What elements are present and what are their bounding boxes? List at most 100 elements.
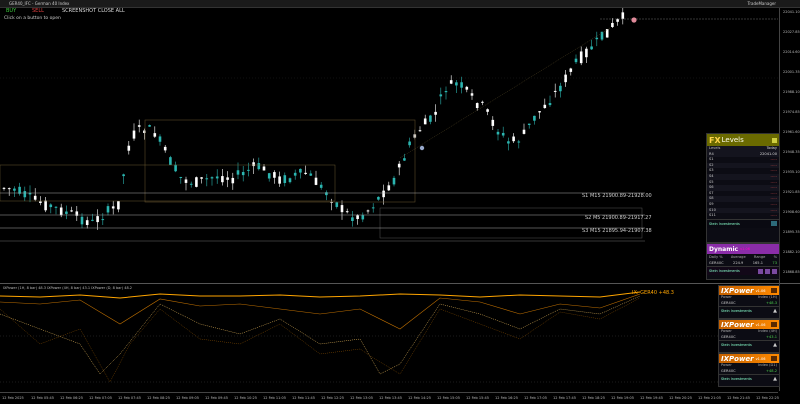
ixpower-indicator-pane[interactable]: IXPower (1H, 8 bar) 48.3 IXPower (4H, 8 … bbox=[0, 284, 778, 391]
candle-body bbox=[439, 94, 443, 97]
candle-body bbox=[179, 176, 183, 178]
pin-icon[interactable] bbox=[758, 268, 763, 274]
candle-body bbox=[382, 190, 385, 198]
fx-logo: FX bbox=[709, 135, 721, 145]
candle-body bbox=[132, 130, 136, 139]
candle-body bbox=[481, 101, 484, 103]
window-title-bar: GER40_IFC - German 40 Index TradeManager bbox=[0, 0, 800, 8]
candle-body bbox=[117, 201, 120, 210]
candle-body bbox=[423, 118, 427, 125]
time-axis-label: 12 Feb 08:25 bbox=[147, 396, 170, 400]
candle-body bbox=[153, 133, 157, 137]
time-axis-label: 12 Feb 10:25 bbox=[234, 396, 257, 400]
candle-body bbox=[283, 175, 287, 184]
candle-body bbox=[496, 131, 500, 135]
fx-levels-header[interactable]: FX Levels bbox=[707, 134, 779, 146]
candle-body bbox=[403, 158, 406, 161]
time-axis-label: 12 Feb 19:45 bbox=[640, 396, 663, 400]
candle-body bbox=[247, 169, 250, 171]
up-arrow-icon[interactable]: ▲ bbox=[773, 342, 777, 348]
candle-body bbox=[143, 130, 146, 134]
price-axis[interactable]: 22041.10 22027.85 22014.60 22001.35 2198… bbox=[779, 8, 800, 391]
ix-line-1h bbox=[0, 291, 641, 299]
time-axis-label: 12 Feb 21:05 bbox=[698, 396, 721, 400]
candle-body bbox=[241, 171, 245, 176]
candle-body bbox=[127, 145, 131, 151]
candle-body bbox=[559, 85, 562, 92]
candle-body bbox=[371, 207, 375, 209]
candle-body bbox=[85, 220, 89, 226]
price-chart[interactable]: S1 M15 21900.89-21928.00 S2 M5 21900.89-… bbox=[0, 8, 778, 283]
level-label-s1: S1 M15 21900.89-21928.00 bbox=[582, 193, 652, 199]
candle-body bbox=[574, 58, 578, 63]
close-icon[interactable] bbox=[771, 288, 777, 293]
candle-body bbox=[585, 48, 588, 58]
candle-body bbox=[611, 22, 614, 28]
candle-body bbox=[304, 172, 307, 174]
candle-body bbox=[226, 177, 229, 180]
candle-body bbox=[23, 191, 27, 198]
ix-line-e bbox=[0, 297, 641, 383]
candle-body bbox=[475, 103, 479, 109]
trend-line bbox=[399, 27, 611, 159]
up-icon[interactable] bbox=[765, 268, 770, 274]
candle-body bbox=[101, 219, 105, 221]
candle-body bbox=[80, 216, 84, 225]
ixpower-title: IXPower bbox=[721, 286, 754, 295]
settings-icon[interactable] bbox=[772, 268, 777, 274]
time-axis-label: 12 Feb 15:45 bbox=[466, 396, 489, 400]
candle-body bbox=[387, 185, 391, 191]
candle-body bbox=[205, 178, 209, 180]
dyn-average: 224.9 bbox=[733, 261, 744, 265]
level-label-s3: S3 M15 21895.94-21907.38 bbox=[582, 228, 652, 234]
ixpower-value: +48.2 bbox=[765, 368, 777, 373]
fx-levels-panel: FX Levels Levels Today R4 22041.00 S1 ----- S… bbox=[706, 133, 780, 243]
dynamic-header[interactable]: Dynamic v1.06 bbox=[707, 244, 779, 254]
candle-body bbox=[236, 170, 240, 175]
up-arrow-icon[interactable]: ▲ bbox=[773, 308, 777, 314]
time-axis-label: 12 Feb 07:05 bbox=[89, 396, 112, 400]
time-axis-label: 12 Feb 09:45 bbox=[205, 396, 228, 400]
candle-body bbox=[600, 31, 604, 40]
time-axis-label: 12 Feb 07:45 bbox=[118, 396, 141, 400]
up-arrow-icon[interactable]: ▲ bbox=[773, 376, 777, 382]
time-axis-label: 12 Feb 15:05 bbox=[437, 396, 460, 400]
ixpower-header[interactable]: IXPower v1.06 bbox=[719, 354, 779, 363]
level-label-s2: S2 M5 21900.89-21917.27 bbox=[585, 215, 652, 221]
settings-icon[interactable] bbox=[771, 221, 777, 227]
ixpower-header[interactable]: IXPower v1.06 bbox=[719, 286, 779, 295]
candle-body bbox=[616, 19, 619, 22]
candle-body bbox=[44, 200, 47, 211]
candle-body bbox=[54, 206, 58, 208]
time-axis-label: 12 Feb 20:25 bbox=[669, 396, 692, 400]
close-icon[interactable] bbox=[771, 322, 777, 327]
stein-logo: Stein Investments bbox=[721, 342, 752, 347]
candle-body bbox=[278, 176, 281, 184]
candle-body bbox=[548, 103, 552, 106]
candle-body bbox=[408, 141, 411, 146]
candle-body bbox=[231, 177, 235, 184]
candle-body bbox=[460, 82, 463, 88]
ixpower-value: +48.3 bbox=[765, 300, 777, 305]
candle-body bbox=[590, 46, 593, 50]
candle-body bbox=[340, 205, 344, 213]
candle-body bbox=[33, 195, 37, 200]
minimize-icon[interactable] bbox=[772, 137, 777, 143]
ixpower-title: IXPower bbox=[721, 320, 754, 329]
time-axis-label: 12 Feb 17:45 bbox=[553, 396, 576, 400]
candle-body bbox=[553, 90, 557, 92]
ixpower-panel-1h: IXPower v1.06 Power Index (1H) GER40C +48.… bbox=[718, 285, 780, 319]
time-axis[interactable]: 12 Feb 2025 12 Feb 05:45 12 Feb 06:25 12 Fe… bbox=[0, 392, 779, 404]
candle-body bbox=[491, 119, 495, 126]
candle-body bbox=[351, 217, 354, 221]
close-icon[interactable] bbox=[771, 356, 777, 361]
candle-body bbox=[569, 68, 573, 72]
stein-logo: Stein Investments bbox=[709, 221, 740, 226]
ixpower-header[interactable]: IXPower v1.06 bbox=[719, 320, 779, 329]
signal-marker bbox=[419, 145, 425, 151]
candle-body bbox=[2, 187, 6, 189]
ixpower-version: v1.06 bbox=[755, 288, 766, 293]
time-axis-label: 12 Feb 05:45 bbox=[31, 396, 54, 400]
time-axis-label: 12 Feb 19:05 bbox=[611, 396, 634, 400]
signal-marker bbox=[631, 17, 637, 23]
